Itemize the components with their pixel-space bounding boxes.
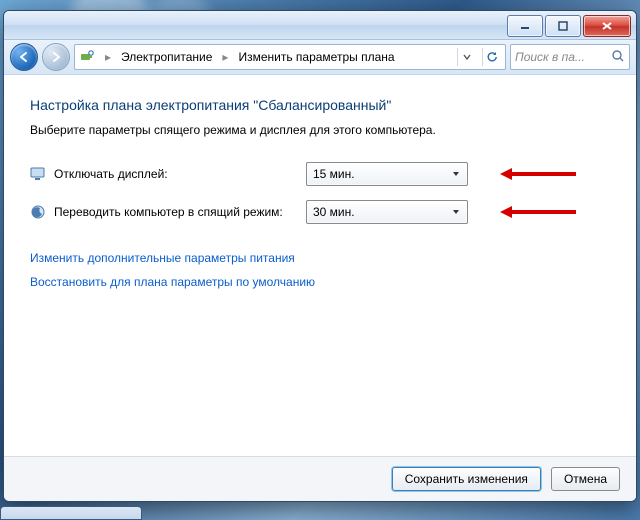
setting-row-sleep: Переводить компьютер в спящий режим: 30 … (30, 197, 610, 227)
titlebar (4, 11, 636, 40)
sleep-icon (30, 204, 46, 220)
save-button[interactable]: Сохранить изменения (392, 467, 541, 491)
search-icon (611, 49, 625, 66)
link-group: Изменить дополнительные параметры питани… (30, 251, 610, 289)
sleep-value: 30 мин. (313, 205, 449, 219)
chevron-right-icon: ▸ (222, 50, 228, 64)
display-off-value: 15 мин. (313, 167, 449, 181)
navbar: ▸ Электропитание ▸ Изменить параметры пл… (4, 40, 636, 75)
footer: Сохранить изменения Отмена (4, 456, 636, 501)
setting-row-display: Отключать дисплей: 15 мин. (30, 159, 610, 189)
breadcrumb-item[interactable]: Электропитание (121, 50, 212, 64)
restore-defaults-link[interactable]: Восстановить для плана параметры по умол… (30, 275, 610, 289)
annotation-arrow-icon (498, 166, 576, 182)
history-dropdown-button[interactable] (457, 48, 476, 66)
breadcrumb-item[interactable]: Изменить параметры плана (238, 50, 394, 64)
back-button[interactable] (10, 43, 38, 71)
sleep-dropdown[interactable]: 30 мин. (306, 200, 468, 224)
search-placeholder: Поиск в па... (515, 50, 585, 64)
explorer-window: ▸ Электропитание ▸ Изменить параметры пл… (3, 10, 637, 502)
display-off-dropdown[interactable]: 15 мин. (306, 162, 468, 186)
page-title: Настройка плана электропитания "Сбаланси… (30, 97, 610, 113)
power-options-icon (79, 49, 95, 65)
background-window-fragment (0, 506, 142, 520)
maximize-button[interactable] (545, 15, 581, 37)
page-subtitle: Выберите параметры спящего режима и дисп… (30, 123, 610, 137)
refresh-button[interactable] (482, 48, 501, 66)
display-off-label: Отключать дисплей: (54, 167, 306, 181)
chevron-right-icon: ▸ (105, 50, 111, 64)
advanced-settings-link[interactable]: Изменить дополнительные параметры питани… (30, 251, 610, 265)
chevron-down-icon (449, 205, 463, 219)
cancel-button[interactable]: Отмена (551, 467, 620, 491)
sleep-label: Переводить компьютер в спящий режим: (54, 205, 306, 219)
forward-button[interactable] (42, 43, 70, 71)
monitor-icon (30, 166, 46, 182)
minimize-button[interactable] (507, 15, 543, 37)
chevron-down-icon (449, 167, 463, 181)
address-bar[interactable]: ▸ Электропитание ▸ Изменить параметры пл… (74, 44, 506, 70)
close-button[interactable] (583, 15, 631, 37)
search-input[interactable]: Поиск в па... (510, 44, 630, 70)
content-area: Настройка плана электропитания "Сбаланси… (4, 75, 636, 456)
annotation-arrow-icon (498, 204, 576, 220)
